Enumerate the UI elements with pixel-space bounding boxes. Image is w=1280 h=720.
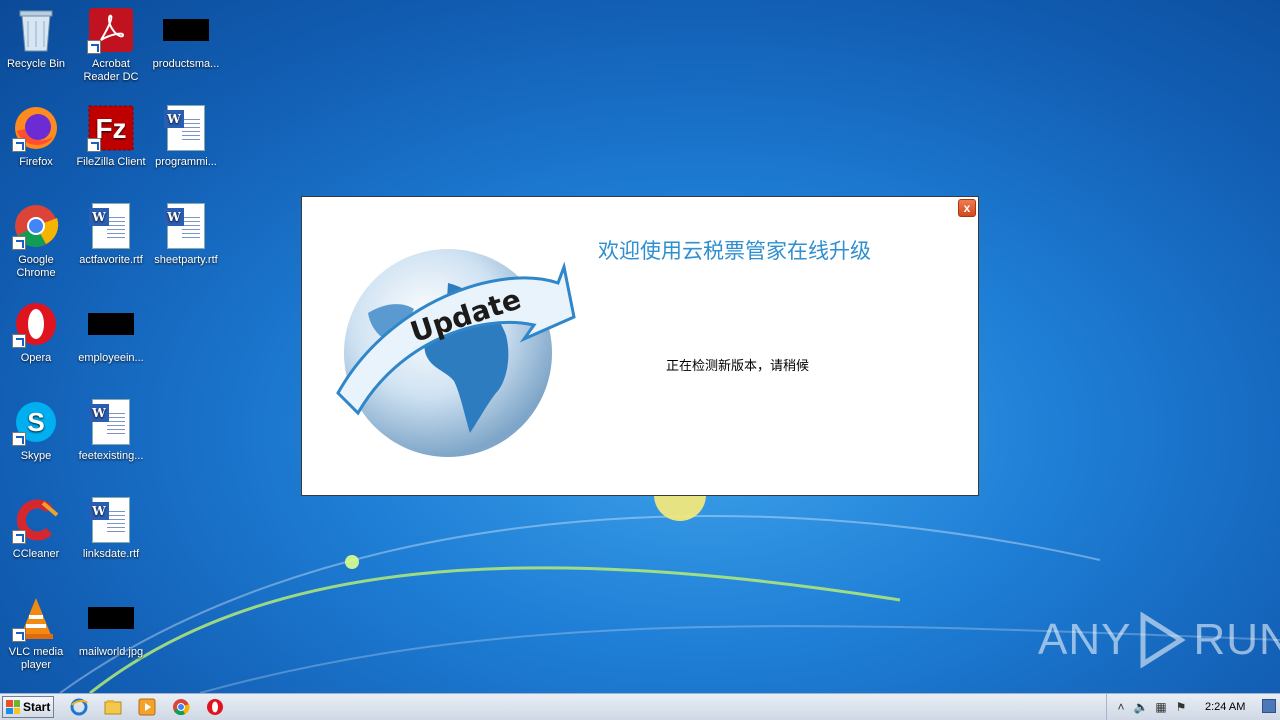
start-label: Start (23, 700, 51, 714)
desktop-icon-label: CCleaner (12, 548, 60, 560)
watermark-text-left: ANY (1038, 615, 1132, 664)
word-document-icon: W (87, 496, 135, 544)
desktop-icon-label: actfavorite.rtf (79, 254, 143, 266)
shortcut-arrow-icon (12, 530, 26, 544)
desktop-icon-label: Recycle Bin (6, 58, 66, 70)
chrome-icon (12, 202, 60, 250)
recycle-bin-icon (12, 6, 60, 54)
vlc-icon (12, 594, 60, 642)
desktop-icon-programmi[interactable]: W programmi... (148, 98, 224, 188)
desktop-icon-label: Firefox (19, 156, 53, 168)
word-document-icon: W (162, 202, 210, 250)
desktop-icon-opera[interactable]: Opera (0, 294, 74, 384)
action-center-flag-icon[interactable]: ⚑ (1173, 699, 1189, 715)
taskbar-media-player-icon[interactable] (136, 697, 158, 717)
taskbar-explorer-icon[interactable] (102, 697, 124, 717)
desktop-icon-label: feetexisting... (78, 450, 144, 462)
desktop-icon-label: VLC media player (8, 646, 64, 671)
desktop-icon-vlc[interactable]: VLC media player (0, 588, 74, 678)
desktop-icon-feetexisting[interactable]: W feetexisting... (73, 392, 149, 482)
filezilla-icon: Fz (87, 104, 135, 152)
ccleaner-icon (12, 496, 60, 544)
show-hidden-icons-icon[interactable]: ˄ (1113, 699, 1129, 715)
desktop-icon-recycle-bin[interactable]: Recycle Bin (0, 0, 74, 90)
desktop-icon-label: FileZilla Client (76, 156, 146, 168)
desktop-icon-actfavorite[interactable]: W actfavorite.rtf (73, 196, 149, 286)
desktop-icon-label: mailworld.jpg (78, 646, 144, 658)
desktop-icon-employeein[interactable]: employeein... (73, 294, 149, 384)
desktop-icon-filezilla[interactable]: Fz FileZilla Client (73, 98, 149, 188)
acrobat-icon (87, 6, 135, 54)
taskbar: Start ˄ 🔈 ▦ ⚑ 2:24 AM (0, 693, 1280, 720)
shortcut-arrow-icon (12, 628, 26, 642)
image-thumbnail-icon (87, 594, 135, 642)
desktop-icon-skype[interactable]: S Skype (0, 392, 74, 482)
volume-icon[interactable]: 🔈 (1133, 699, 1149, 715)
taskbar-chrome-icon[interactable] (170, 697, 192, 717)
desktop-icon-label: productsma... (152, 58, 220, 70)
status-message: 正在检测新版本，请稍候 (666, 359, 810, 374)
windows-flag-icon (6, 700, 20, 714)
shortcut-arrow-icon (12, 138, 26, 152)
desktop-icon-sheetparty[interactable]: W sheetparty.rtf (148, 196, 224, 286)
svg-text:S: S (27, 407, 44, 437)
show-desktop-button[interactable] (1262, 699, 1276, 713)
clock[interactable]: 2:24 AM (1205, 701, 1245, 713)
desktop-icon-label: Skype (20, 450, 52, 462)
network-icon[interactable]: ▦ (1153, 699, 1169, 715)
desktop-icon-productsma[interactable]: productsma... (148, 0, 224, 90)
system-tray: ˄ 🔈 ▦ ⚑ 2:24 AM (1106, 694, 1280, 720)
update-globe-icon: Update (336, 249, 576, 457)
skype-icon: S (12, 398, 60, 446)
desktop-icon-label: Acrobat Reader DC (83, 58, 139, 83)
shortcut-arrow-icon (12, 236, 26, 250)
update-dialog: x Update 欢迎使用云税票管家在线升级 正在检测新版本，请稍候 (301, 196, 979, 496)
desktop-icon-label: sheetparty.rtf (154, 254, 218, 266)
shortcut-arrow-icon (12, 334, 26, 348)
start-button[interactable]: Start (2, 696, 54, 718)
firefox-icon (12, 104, 60, 152)
taskbar-opera-icon[interactable] (204, 697, 226, 717)
word-document-icon: W (162, 104, 210, 152)
desktop-icon-label: programmi... (155, 156, 217, 168)
watermark-text-right: RUN (1193, 615, 1280, 664)
desktop-icon-label: employeein... (78, 352, 144, 364)
opera-icon (12, 300, 60, 348)
shortcut-arrow-icon (87, 40, 101, 54)
desktop-icon-firefox[interactable]: Firefox (0, 98, 74, 188)
desktop-icon-acrobat-reader[interactable]: Acrobat Reader DC (73, 0, 149, 90)
desktop-icon-mailworld[interactable]: mailworld.jpg (73, 588, 149, 678)
close-button[interactable]: x (958, 199, 976, 217)
desktop-icon-google-chrome[interactable]: Google Chrome (0, 196, 74, 286)
word-document-icon: W (87, 202, 135, 250)
desktop-icon-label: Google Chrome (16, 254, 56, 279)
taskbar-internet-explorer-icon[interactable] (68, 697, 90, 717)
shortcut-arrow-icon (87, 138, 101, 152)
desktop-icon-ccleaner[interactable]: CCleaner (0, 490, 74, 580)
dialog-title: 欢迎使用云税票管家在线升级 (598, 239, 871, 263)
desktop-icon-label: linksdate.rtf (82, 548, 140, 560)
image-thumbnail-icon (162, 6, 210, 54)
anyrun-watermark: ANY RUN (1038, 610, 1280, 670)
image-thumbnail-icon (87, 300, 135, 348)
desktop-icon-linksdate[interactable]: W linksdate.rtf (73, 490, 149, 580)
play-icon (1140, 611, 1187, 669)
desktop-icon-label: Opera (20, 352, 52, 364)
word-document-icon: W (87, 398, 135, 446)
shortcut-arrow-icon (12, 432, 26, 446)
